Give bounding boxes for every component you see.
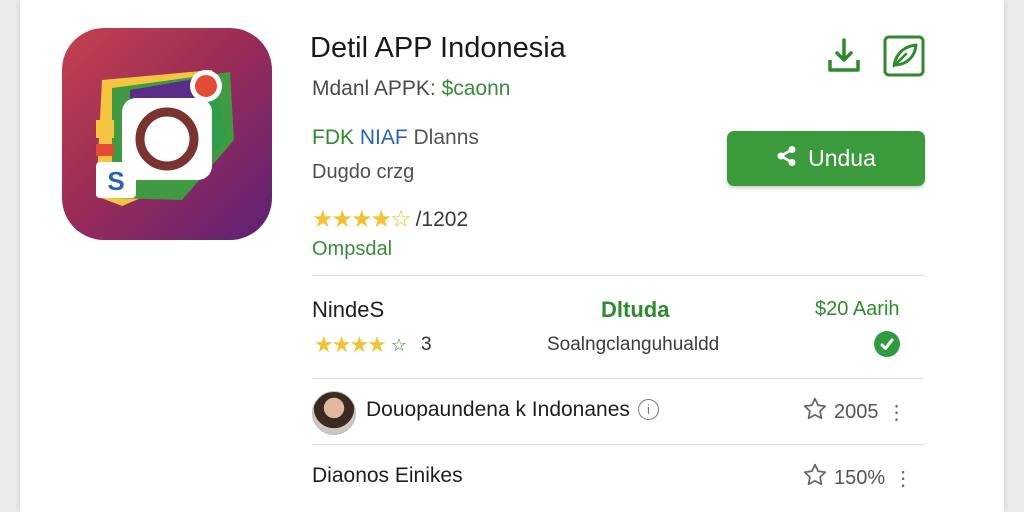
developer-part-3: Dlanns: [407, 126, 479, 149]
review-meta: 150% ⋮: [802, 462, 913, 494]
app-category: Dugdo crzg: [312, 161, 415, 183]
developer-part-1: FDK: [312, 126, 354, 149]
star-rating-icon: ★★★★: [314, 332, 387, 357]
review-text: Douopaundena k Indonanes i: [366, 398, 659, 422]
divider: [312, 378, 924, 379]
stat-name: NindeS: [312, 297, 385, 322]
half-star-icon: ☆: [390, 334, 408, 355]
stat-rating: ★★★★ ☆ 3: [314, 332, 432, 358]
more-vert-icon[interactable]: ⋮: [893, 466, 913, 491]
info-icon[interactable]: i: [637, 399, 659, 420]
review-title: Diaonos Einikes: [312, 464, 463, 487]
app-rating: ★★★★☆ /1202: [312, 205, 468, 234]
more-vert-icon[interactable]: ⋮: [887, 400, 907, 425]
divider: [312, 444, 924, 445]
rating-count: /1202: [415, 207, 469, 231]
list-item[interactable]: Diaonos Einikes 150% ⋮: [312, 457, 924, 509]
install-hand-icon[interactable]: [822, 34, 866, 78]
developer-part-2: NIAF: [354, 126, 408, 149]
app-status: Ompsdal: [312, 238, 393, 260]
leaf-share-icon[interactable]: [882, 34, 926, 78]
review-title: Douopaundena k Indonanes: [366, 398, 630, 421]
stat-price: $20 Aarih: [815, 298, 900, 320]
avatar: [312, 391, 356, 435]
download-label: Undua: [808, 145, 876, 171]
star-outline-icon: [802, 396, 828, 428]
star-outline-icon: [802, 462, 828, 494]
divider: [312, 275, 924, 276]
star-rating-icon: ★★★★☆: [312, 206, 412, 233]
developer-name[interactable]: FDK NIAF Dlanns: [312, 126, 479, 150]
review-score: 2005: [834, 400, 879, 423]
subtitle-accent: $caonn: [441, 77, 511, 100]
svg-text:S: S: [107, 166, 124, 196]
stat-languages: Soalngclanguhualdd: [547, 334, 720, 355]
download-button[interactable]: Undua: [727, 131, 925, 186]
verified-badge-icon: [874, 331, 900, 357]
stat-rating-count: 3: [421, 334, 432, 355]
subtitle-prefix: Mdanl APPK:: [312, 77, 442, 100]
app-title: Detil APP Indonesia: [310, 32, 566, 64]
share-icon: [776, 145, 798, 173]
stat-label: Dltuda: [601, 297, 670, 322]
app-logo-icon: S: [62, 28, 272, 240]
review-meta: 2005 ⋮: [802, 396, 907, 428]
list-item[interactable]: Douopaundena k Indonanes i 2005 ⋮: [312, 391, 924, 443]
app-subtitle: Mdanl APPK: $caonn: [312, 77, 510, 101]
review-score: 150%: [834, 466, 886, 489]
